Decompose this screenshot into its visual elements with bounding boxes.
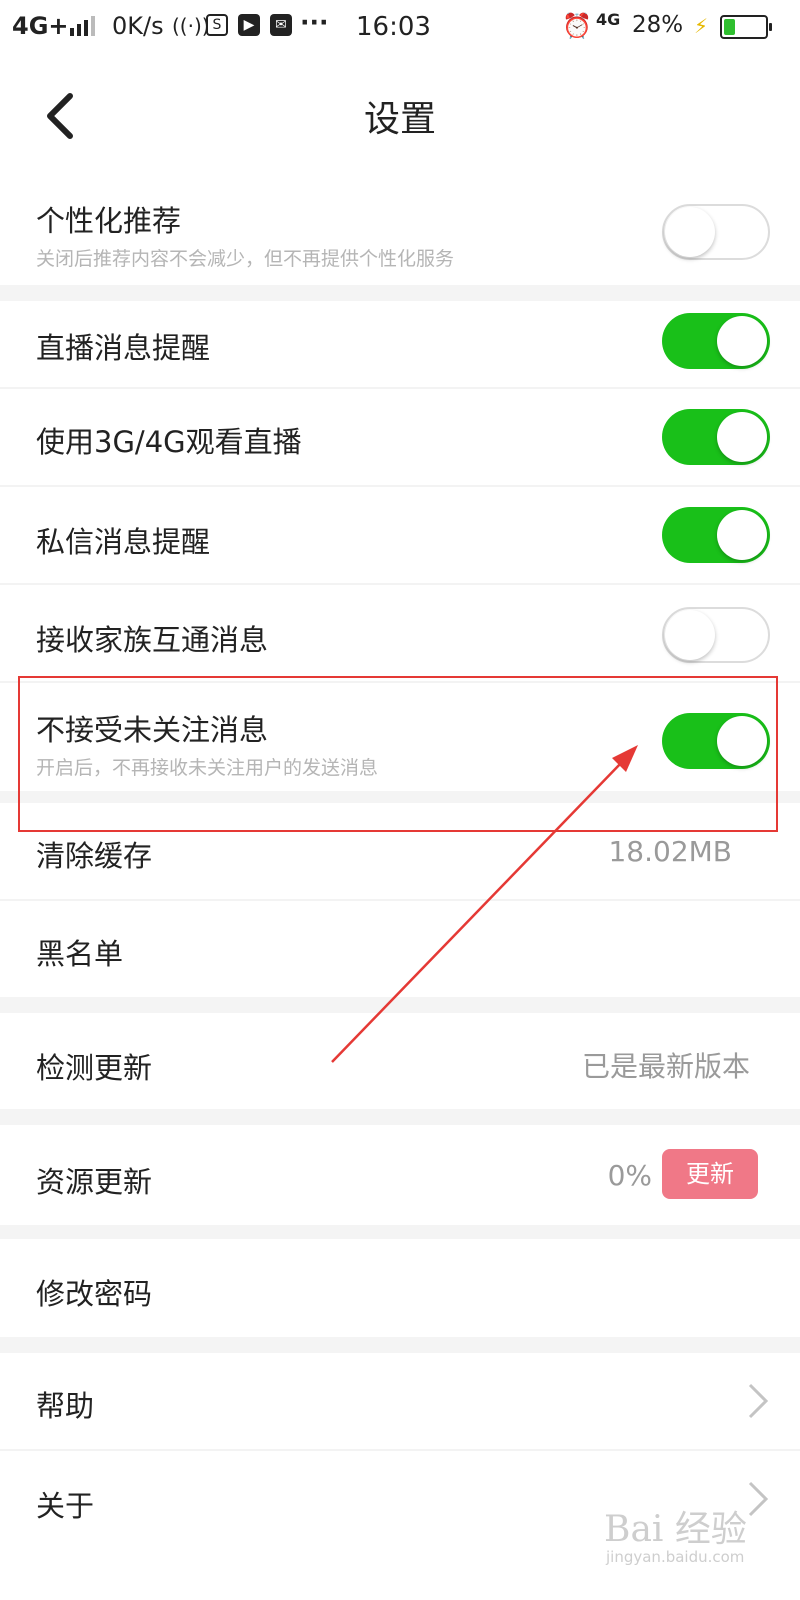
- battery-percent: 28%: [632, 12, 684, 38]
- network-type: 4G+: [12, 12, 69, 40]
- toggle-knob: [717, 716, 767, 766]
- toggle-knob: [665, 207, 715, 257]
- setting-label: 不接受未关注消息: [36, 713, 269, 747]
- chevron-right-icon: [746, 1381, 770, 1421]
- network-type-right: 4G: [596, 10, 621, 29]
- toggle-knob: [717, 510, 767, 560]
- settings-screen: 4G+ 0K/s ((·)) S ▶ ✉ ··· 16:03 ⏰ 4G 28% …: [0, 0, 800, 1600]
- setting-block-unfollowed-messages: 不接受未关注消息 开启后，不再接收未关注用户的发送消息: [0, 683, 800, 791]
- setting-label: 使用3G/4G观看直播: [36, 425, 302, 459]
- resource-progress: 0%: [607, 1159, 652, 1192]
- toggle-knob: [717, 412, 767, 462]
- section-divider: [0, 791, 800, 803]
- setting-description: 开启后，不再接收未关注用户的发送消息: [36, 757, 379, 779]
- battery-level: [724, 19, 735, 35]
- setting-resource-update: 资源更新 0% 更新: [0, 1125, 800, 1225]
- more-icon: ···: [300, 8, 329, 37]
- setting-label: 直播消息提醒: [36, 331, 211, 365]
- setting-label: 私信消息提醒: [36, 525, 211, 559]
- setting-family-messages: 接收家族互通消息: [0, 585, 800, 681]
- toggle-knob: [717, 316, 767, 366]
- setting-label: 黑名单: [36, 937, 124, 971]
- setting-change-password[interactable]: 修改密码: [0, 1239, 800, 1337]
- section-divider: [0, 1109, 800, 1125]
- toggle-switch[interactable]: [662, 607, 770, 663]
- header: 设置: [0, 60, 800, 170]
- status-bar: 4G+ 0K/s ((·)) S ▶ ✉ ··· 16:03 ⏰ 4G 28% …: [0, 0, 800, 56]
- update-status: 已是最新版本: [581, 1050, 750, 1083]
- toggle-switch[interactable]: [662, 507, 770, 563]
- toggle-switch[interactable]: [662, 713, 770, 769]
- mail-icon: ✉: [270, 14, 292, 36]
- clock: 16:03: [356, 12, 431, 42]
- section-divider: [0, 1337, 800, 1353]
- setting-label: 资源更新: [36, 1165, 153, 1199]
- setting-label: 清除缓存: [36, 839, 153, 873]
- setting-label: 帮助: [36, 1389, 95, 1423]
- play-icon: ▶: [238, 14, 260, 36]
- hotspot-icon: ((·)): [172, 14, 210, 38]
- toggle-knob: [665, 610, 715, 660]
- app-icon-s: S: [206, 14, 228, 36]
- toggle-switch[interactable]: [662, 409, 770, 465]
- setting-private-message-notify: 私信消息提醒: [0, 487, 800, 583]
- update-button[interactable]: 更新: [662, 1149, 758, 1199]
- setting-live-notify: 直播消息提醒: [0, 301, 800, 387]
- charging-icon: ⚡: [694, 14, 709, 38]
- watermark-logo: Bai 经验: [604, 1509, 747, 1550]
- setting-label: 个性化推荐: [36, 204, 182, 238]
- setting-clear-cache[interactable]: 清除缓存 18.02MB: [0, 803, 800, 899]
- watermark-url: jingyan.baidu.com: [606, 1548, 745, 1566]
- setting-label: 接收家族互通消息: [36, 623, 269, 657]
- cache-size: 18.02MB: [608, 835, 732, 868]
- signal-icon: [70, 16, 98, 36]
- setting-label: 关于: [36, 1489, 95, 1523]
- setting-blacklist[interactable]: 黑名单: [0, 901, 800, 997]
- setting-mobile-data-live: 使用3G/4G观看直播: [0, 389, 800, 485]
- alarm-icon: ⏰: [562, 12, 592, 40]
- page-title: 设置: [363, 99, 436, 140]
- setting-label: 检测更新: [36, 1051, 153, 1085]
- toggle-switch[interactable]: [662, 313, 770, 369]
- section-divider: [0, 285, 800, 301]
- section-divider: [0, 1225, 800, 1239]
- baidu-jingyan-watermark: Bai 经验 jingyan.baidu.com: [600, 1500, 780, 1580]
- setting-personalized-recommend: 个性化推荐 关闭后推荐内容不会减少，但不再提供个性化服务: [0, 180, 800, 285]
- toggle-switch[interactable]: [662, 204, 770, 260]
- setting-label: 修改密码: [36, 1277, 153, 1311]
- setting-description: 关闭后推荐内容不会减少，但不再提供个性化服务: [36, 248, 455, 270]
- network-speed: 0K/s: [112, 12, 164, 40]
- section-divider: [0, 997, 800, 1013]
- setting-check-update[interactable]: 检测更新 已是最新版本: [0, 1013, 800, 1109]
- setting-help[interactable]: 帮助: [0, 1353, 800, 1449]
- battery-icon: [720, 15, 772, 39]
